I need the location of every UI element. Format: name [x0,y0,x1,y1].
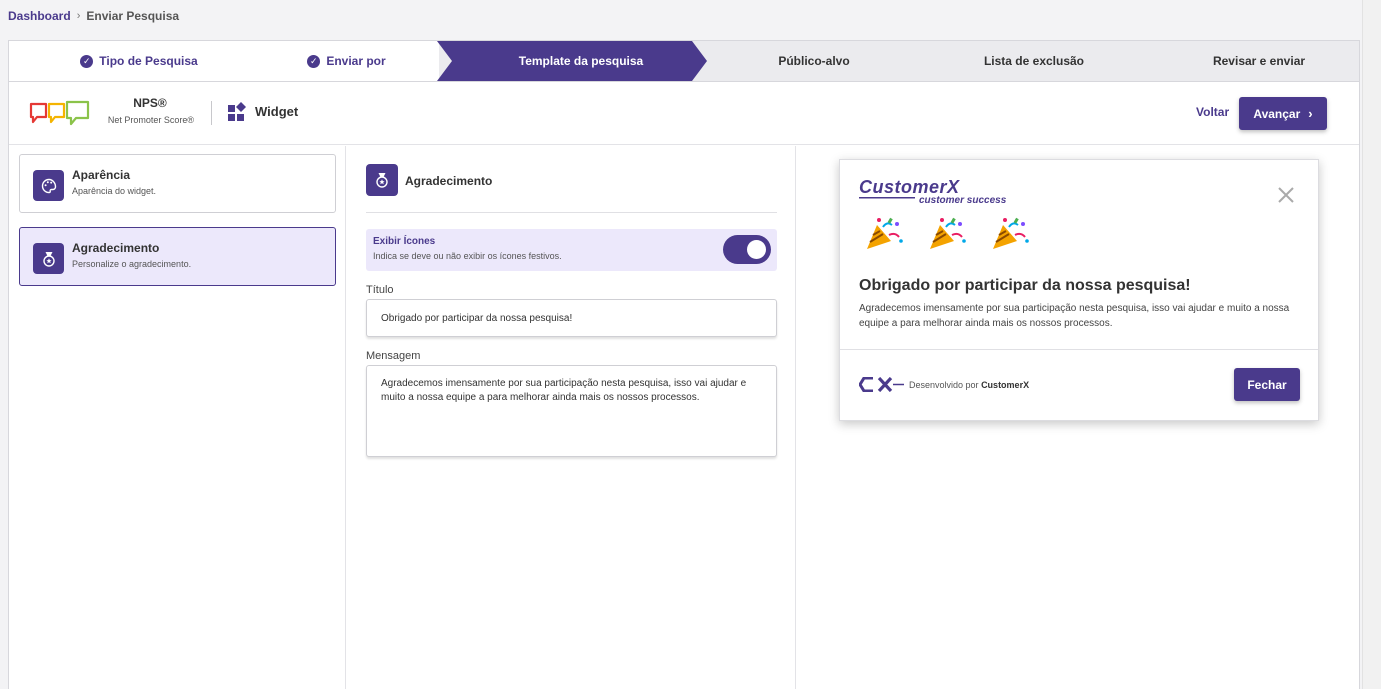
nps-title: NPS® [133,96,167,110]
step-template-da-pesquisa[interactable]: Template da pesquisa [452,41,710,81]
step-tipo-de-pesquisa[interactable]: ✓ Tipo de Pesquisa [39,41,239,81]
header-divider [211,101,212,125]
powered-by-brand: CustomerX [981,380,1030,390]
next-button[interactable]: Avançar › [1239,97,1327,130]
breadcrumb-current: Enviar Pesquisa [86,9,180,23]
menu-item-title: Agradecimento [72,241,160,255]
menu-item-agradecimento[interactable]: Agradecimento Personalize o agradeciment… [19,227,336,286]
check-circle-icon: ✓ [307,54,321,68]
svg-text:customer success: customer success [919,195,1007,206]
step-label: Tipo de Pesquisa [99,54,198,68]
step-enviar-por[interactable]: ✓ Enviar por [259,41,434,81]
thank-you-modal-preview: CustomerX customer success Obrigado por … [839,159,1319,421]
step-label: Público-alvo [778,54,850,68]
show-icons-title: Exibir Ícones [373,236,436,247]
step-label: Lista de exclusão [983,54,1085,68]
breadcrumb: Dashboard › Enviar Pesquisa [8,9,179,23]
section-title: Agradecimento [405,174,493,188]
step-label: Enviar por [326,54,386,68]
powered-by-text: Desenvolvido por CustomerX [909,380,1029,390]
breadcrumb-dashboard-link[interactable]: Dashboard [8,9,71,23]
title-field-label: Título [366,284,394,296]
show-icons-setting: Exibir Ícones Indica se deve ou não exib… [366,229,777,271]
title-input[interactable] [366,299,777,337]
nps-speech-bubbles-icon [29,100,90,126]
step-lista-de-exclusao[interactable]: Lista de exclusão [929,41,1139,81]
menu-item-title: Aparência [72,168,131,182]
page-scrollbar[interactable] [1362,0,1381,689]
section-divider [366,212,777,213]
show-icons-description: Indica se deve ou não exibir os ícones f… [373,251,562,261]
modal-divider [840,349,1318,350]
menu-item-description: Personalize o agradecimento. [72,259,192,269]
medal-icon [366,164,398,196]
close-icon[interactable] [1276,185,1296,205]
menu-item-aparencia[interactable]: Aparência Aparência do widget. [19,154,336,213]
customerx-logo: CustomerX customer success [859,178,1007,206]
toggle-knob [747,240,766,259]
wizard-stepper: ✓ Tipo de Pesquisa ✓ Enviar por Template… [9,41,1359,82]
widget-preview-area: CustomerX customer success Obrigado por … [796,146,1359,689]
powered-by-prefix: Desenvolvido por [909,380,979,390]
show-icons-toggle[interactable] [723,235,771,264]
survey-header: NPS® Net Promoter Score® Widget Voltar A… [9,82,1359,145]
message-field-label: Mensagem [366,350,421,362]
step-label: Revisar e enviar [1212,54,1306,68]
nps-subtitle: Net Promoter Score® [107,115,195,125]
back-button[interactable]: Voltar [1196,105,1229,119]
chevron-right-icon: › [1308,106,1313,121]
party-popper-icon [867,217,903,249]
step-revisar-e-enviar[interactable]: Revisar e enviar [1159,41,1359,81]
party-popper-icon [930,217,966,249]
next-button-label: Avançar [1253,106,1301,121]
message-textarea[interactable]: Agradecemos imensamente por sua particip… [366,365,777,457]
widget-label: Widget [255,104,299,119]
close-button[interactable]: Fechar [1234,368,1300,401]
widgets-icon [228,102,246,121]
palette-icon [33,170,64,201]
check-circle-icon: ✓ [80,54,94,68]
medal-icon [33,243,64,274]
settings-menu: Aparência Aparência do widget. Agradecim… [9,146,346,689]
modal-title: Obrigado por participar da nossa pesquis… [859,277,1191,294]
step-publico-alvo[interactable]: Público-alvo [709,41,919,81]
main-panel: ✓ Tipo de Pesquisa ✓ Enviar por Template… [8,40,1360,689]
agradecimento-editor: Agradecimento Exibir Ícones Indica se de… [346,146,796,689]
menu-item-description: Aparência do widget. [72,186,157,196]
party-popper-icon [993,217,1029,249]
step-label: Template da pesquisa [518,54,644,68]
breadcrumb-separator: › [76,10,81,22]
cx-logo-icon [859,377,904,392]
modal-message: Agradecemos imensamente por sua particip… [859,303,1290,329]
